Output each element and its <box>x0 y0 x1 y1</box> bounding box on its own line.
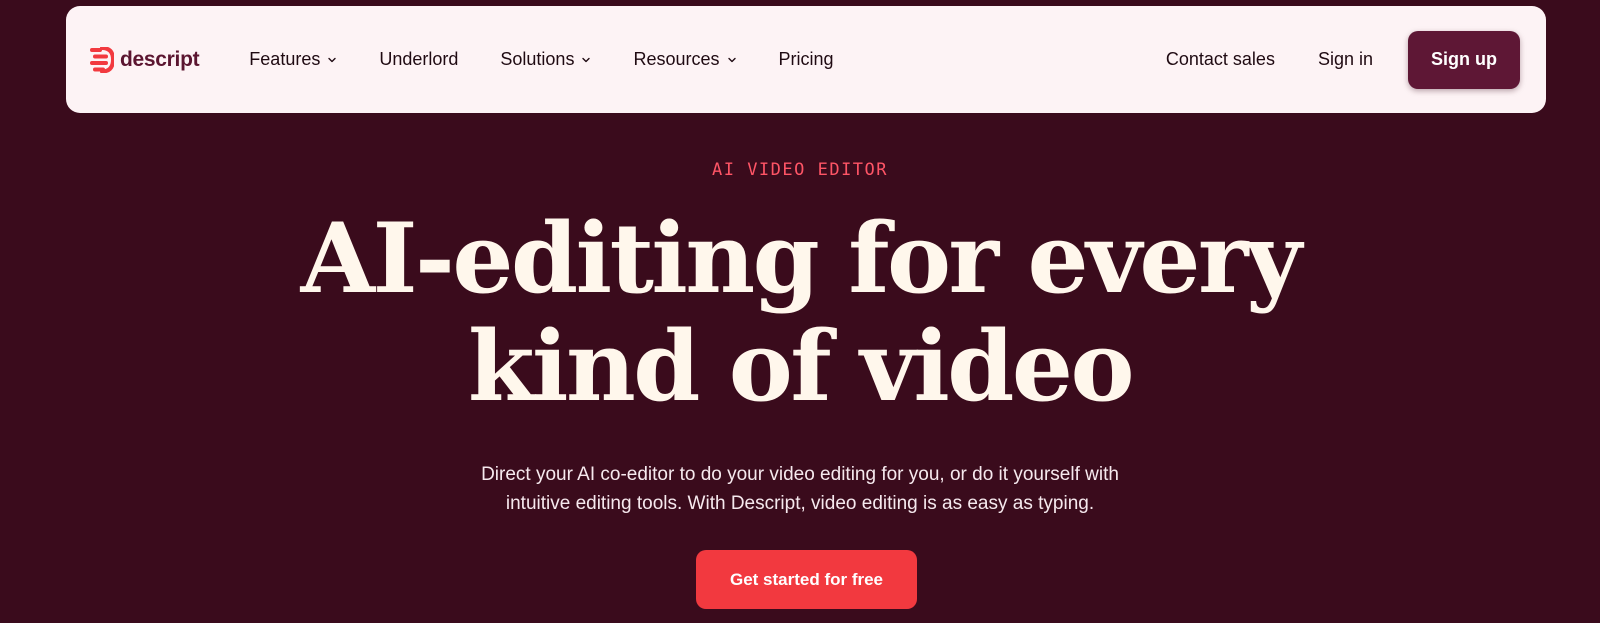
nav-item-label: Solutions <box>500 49 575 69</box>
chevron-down-icon <box>727 57 736 62</box>
nav-item-label: Underlord <box>379 49 459 69</box>
sign-in-link[interactable]: Sign in <box>1318 41 1373 78</box>
nav-item-label: Features <box>249 49 321 69</box>
primary-nav: Features Underlord Solutions Resources P… <box>249 41 875 78</box>
chevron-down-icon <box>328 57 337 62</box>
hero-headline-line-2: kind of video <box>467 310 1135 423</box>
hero-headline: AI-editing for every kind of video <box>0 205 1600 421</box>
brand-name: descript <box>120 47 200 71</box>
nav-item-underlord[interactable]: Underlord <box>379 41 458 78</box>
nav-item-pricing[interactable]: Pricing <box>779 41 834 78</box>
get-started-button[interactable]: Get started for free <box>696 550 917 609</box>
hero-subheading-line-1: Direct your AI co-editor to do your vide… <box>481 464 1119 485</box>
top-nav-bar: descript Features Underlord Solutions Re… <box>66 6 1546 113</box>
sign-up-button[interactable]: Sign up <box>1408 30 1520 89</box>
chevron-down-icon <box>582 57 591 62</box>
contact-sales-link[interactable]: Contact sales <box>1166 41 1275 78</box>
hero-headline-line-1: AI-editing for every <box>300 202 1302 315</box>
nav-item-features[interactable]: Features <box>249 41 337 78</box>
hero-eyebrow: AI VIDEO EDITOR <box>711 160 889 180</box>
nav-item-solutions[interactable]: Solutions <box>500 41 591 78</box>
hero-subheading: Direct your AI co-editor to do your vide… <box>0 460 1600 518</box>
brand-logo[interactable]: descript <box>90 46 200 73</box>
nav-item-label: Resources <box>633 49 720 69</box>
descript-logo-icon <box>90 46 114 73</box>
nav-account-actions: Contact sales Sign in Sign up <box>1166 30 1520 89</box>
nav-item-label: Pricing <box>778 49 834 69</box>
hero-subheading-line-2: intuitive editing tools. With Descript, … <box>505 493 1095 514</box>
nav-item-resources[interactable]: Resources <box>633 41 736 78</box>
